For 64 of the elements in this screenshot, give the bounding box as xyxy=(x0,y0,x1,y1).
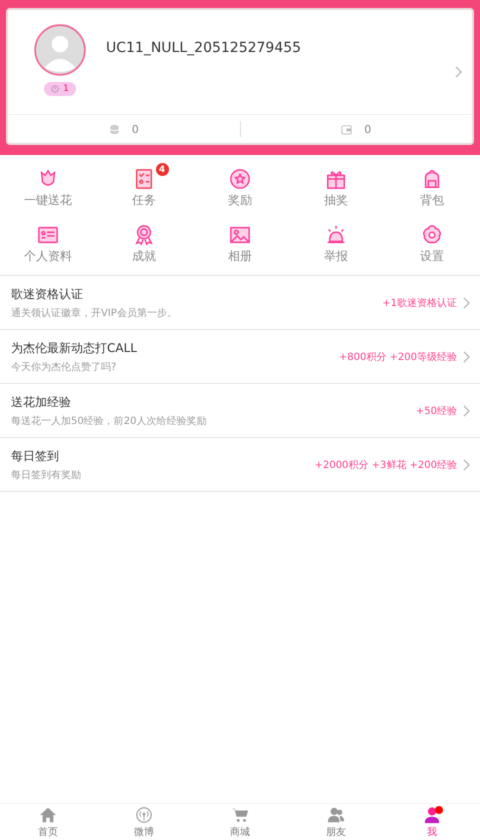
task-description: 通关领认证徽章，开VIP会员第一步。 xyxy=(11,306,178,320)
shortcut-label: 成就 xyxy=(132,248,156,264)
alarm-light-icon xyxy=(325,224,347,246)
shortcut-label: 设置 xyxy=(420,248,444,264)
stat-value: 0 xyxy=(364,122,372,136)
shortcut-label: 抽奖 xyxy=(324,192,348,208)
chevron-icon xyxy=(463,404,470,416)
shortcut-item[interactable]: 抽奖 xyxy=(288,161,384,215)
chevron-icon xyxy=(455,66,462,78)
task-description: 每日签到有奖励 xyxy=(11,468,82,482)
shortcut-item[interactable]: 相册 xyxy=(192,217,288,271)
shortcut-item[interactable]: 设置 xyxy=(384,217,480,271)
shortcut-label: 个人资料 xyxy=(24,248,72,264)
avatar[interactable] xyxy=(34,24,86,76)
task-row[interactable]: 送花加经验 每送花一人加50经验，前20人次给经验奖励 +50经验 xyxy=(0,384,480,438)
reward-text: +800积分 +200等级经验 xyxy=(338,350,457,364)
coins-icon xyxy=(108,124,120,134)
tab-item[interactable]: 首页 xyxy=(0,804,96,840)
reward-text: +2000积分 +3鲜花 +200经验 xyxy=(314,458,457,472)
shortcut-item[interactable]: 奖励 xyxy=(192,161,288,215)
chevron-icon xyxy=(463,458,470,470)
settings-icon xyxy=(421,224,443,246)
wallet-icon xyxy=(341,124,352,134)
profile-card[interactable]: 1 UC11_NULL_205125279455 0 0 xyxy=(6,8,474,145)
task-description: 每送花一人加50经验，前20人次给经验奖励 xyxy=(11,414,208,428)
user-icon xyxy=(423,806,441,824)
chevron-icon xyxy=(463,296,470,308)
username: UC11_NULL_205125279455 xyxy=(106,40,302,56)
reward-text: +1歌迷资格认证 xyxy=(382,296,457,310)
task-description: 今天你为杰伦点赞了吗? xyxy=(11,360,118,374)
home-icon xyxy=(39,806,57,824)
reward-text: +50经验 xyxy=(416,404,457,418)
signal-icon xyxy=(135,806,153,824)
medal-icon xyxy=(133,224,155,246)
count-badge: 4 xyxy=(156,163,169,176)
shortcut-item[interactable]: 任务 4 xyxy=(96,161,192,215)
task-title: 歌迷资格认证 xyxy=(11,286,84,302)
friends-icon xyxy=(327,806,345,824)
task-row[interactable]: 为杰伦最新动态打CALL 今天你为杰伦点赞了吗? +800积分 +200等级经验 xyxy=(0,330,480,384)
stat-value: 0 xyxy=(132,122,139,136)
tab-item[interactable]: 朋友 xyxy=(288,804,384,840)
tab-item[interactable]: 我 xyxy=(384,804,480,840)
shortcut-item[interactable]: 背包 xyxy=(384,161,480,215)
shortcut-label: 相册 xyxy=(228,248,252,264)
checklist-icon xyxy=(133,168,155,190)
chevron-icon xyxy=(463,350,470,362)
tab-item[interactable]: 商城 xyxy=(192,804,288,840)
level-badge: 1 xyxy=(44,82,76,96)
shortcut-item[interactable]: 一键送花 xyxy=(0,161,96,215)
shortcut-label: 背包 xyxy=(420,192,444,208)
task-row[interactable]: 歌迷资格认证 通关领认证徽章，开VIP会员第一步。 +1歌迷资格认证 xyxy=(0,276,480,330)
shortcut-label: 奖励 xyxy=(228,192,252,208)
shortcut-item[interactable]: 个人资料 xyxy=(0,217,96,271)
shortcut-item[interactable]: 举报 xyxy=(288,217,384,271)
shortcut-label: 一键送花 xyxy=(24,192,72,208)
tab-item[interactable]: 微博 xyxy=(96,804,192,840)
task-row[interactable]: 每日签到 每日签到有奖励 +2000积分 +3鲜花 +200经验 xyxy=(0,438,480,492)
shortcut-label: 任务 xyxy=(132,192,156,208)
cart-icon xyxy=(231,806,249,824)
shortcut-item[interactable]: 成就 xyxy=(96,217,192,271)
task-title: 为杰伦最新动态打CALL xyxy=(11,340,138,356)
shortcut-label: 举报 xyxy=(324,248,348,264)
task-title: 每日签到 xyxy=(11,448,60,464)
task-title: 送花加经验 xyxy=(11,394,72,410)
